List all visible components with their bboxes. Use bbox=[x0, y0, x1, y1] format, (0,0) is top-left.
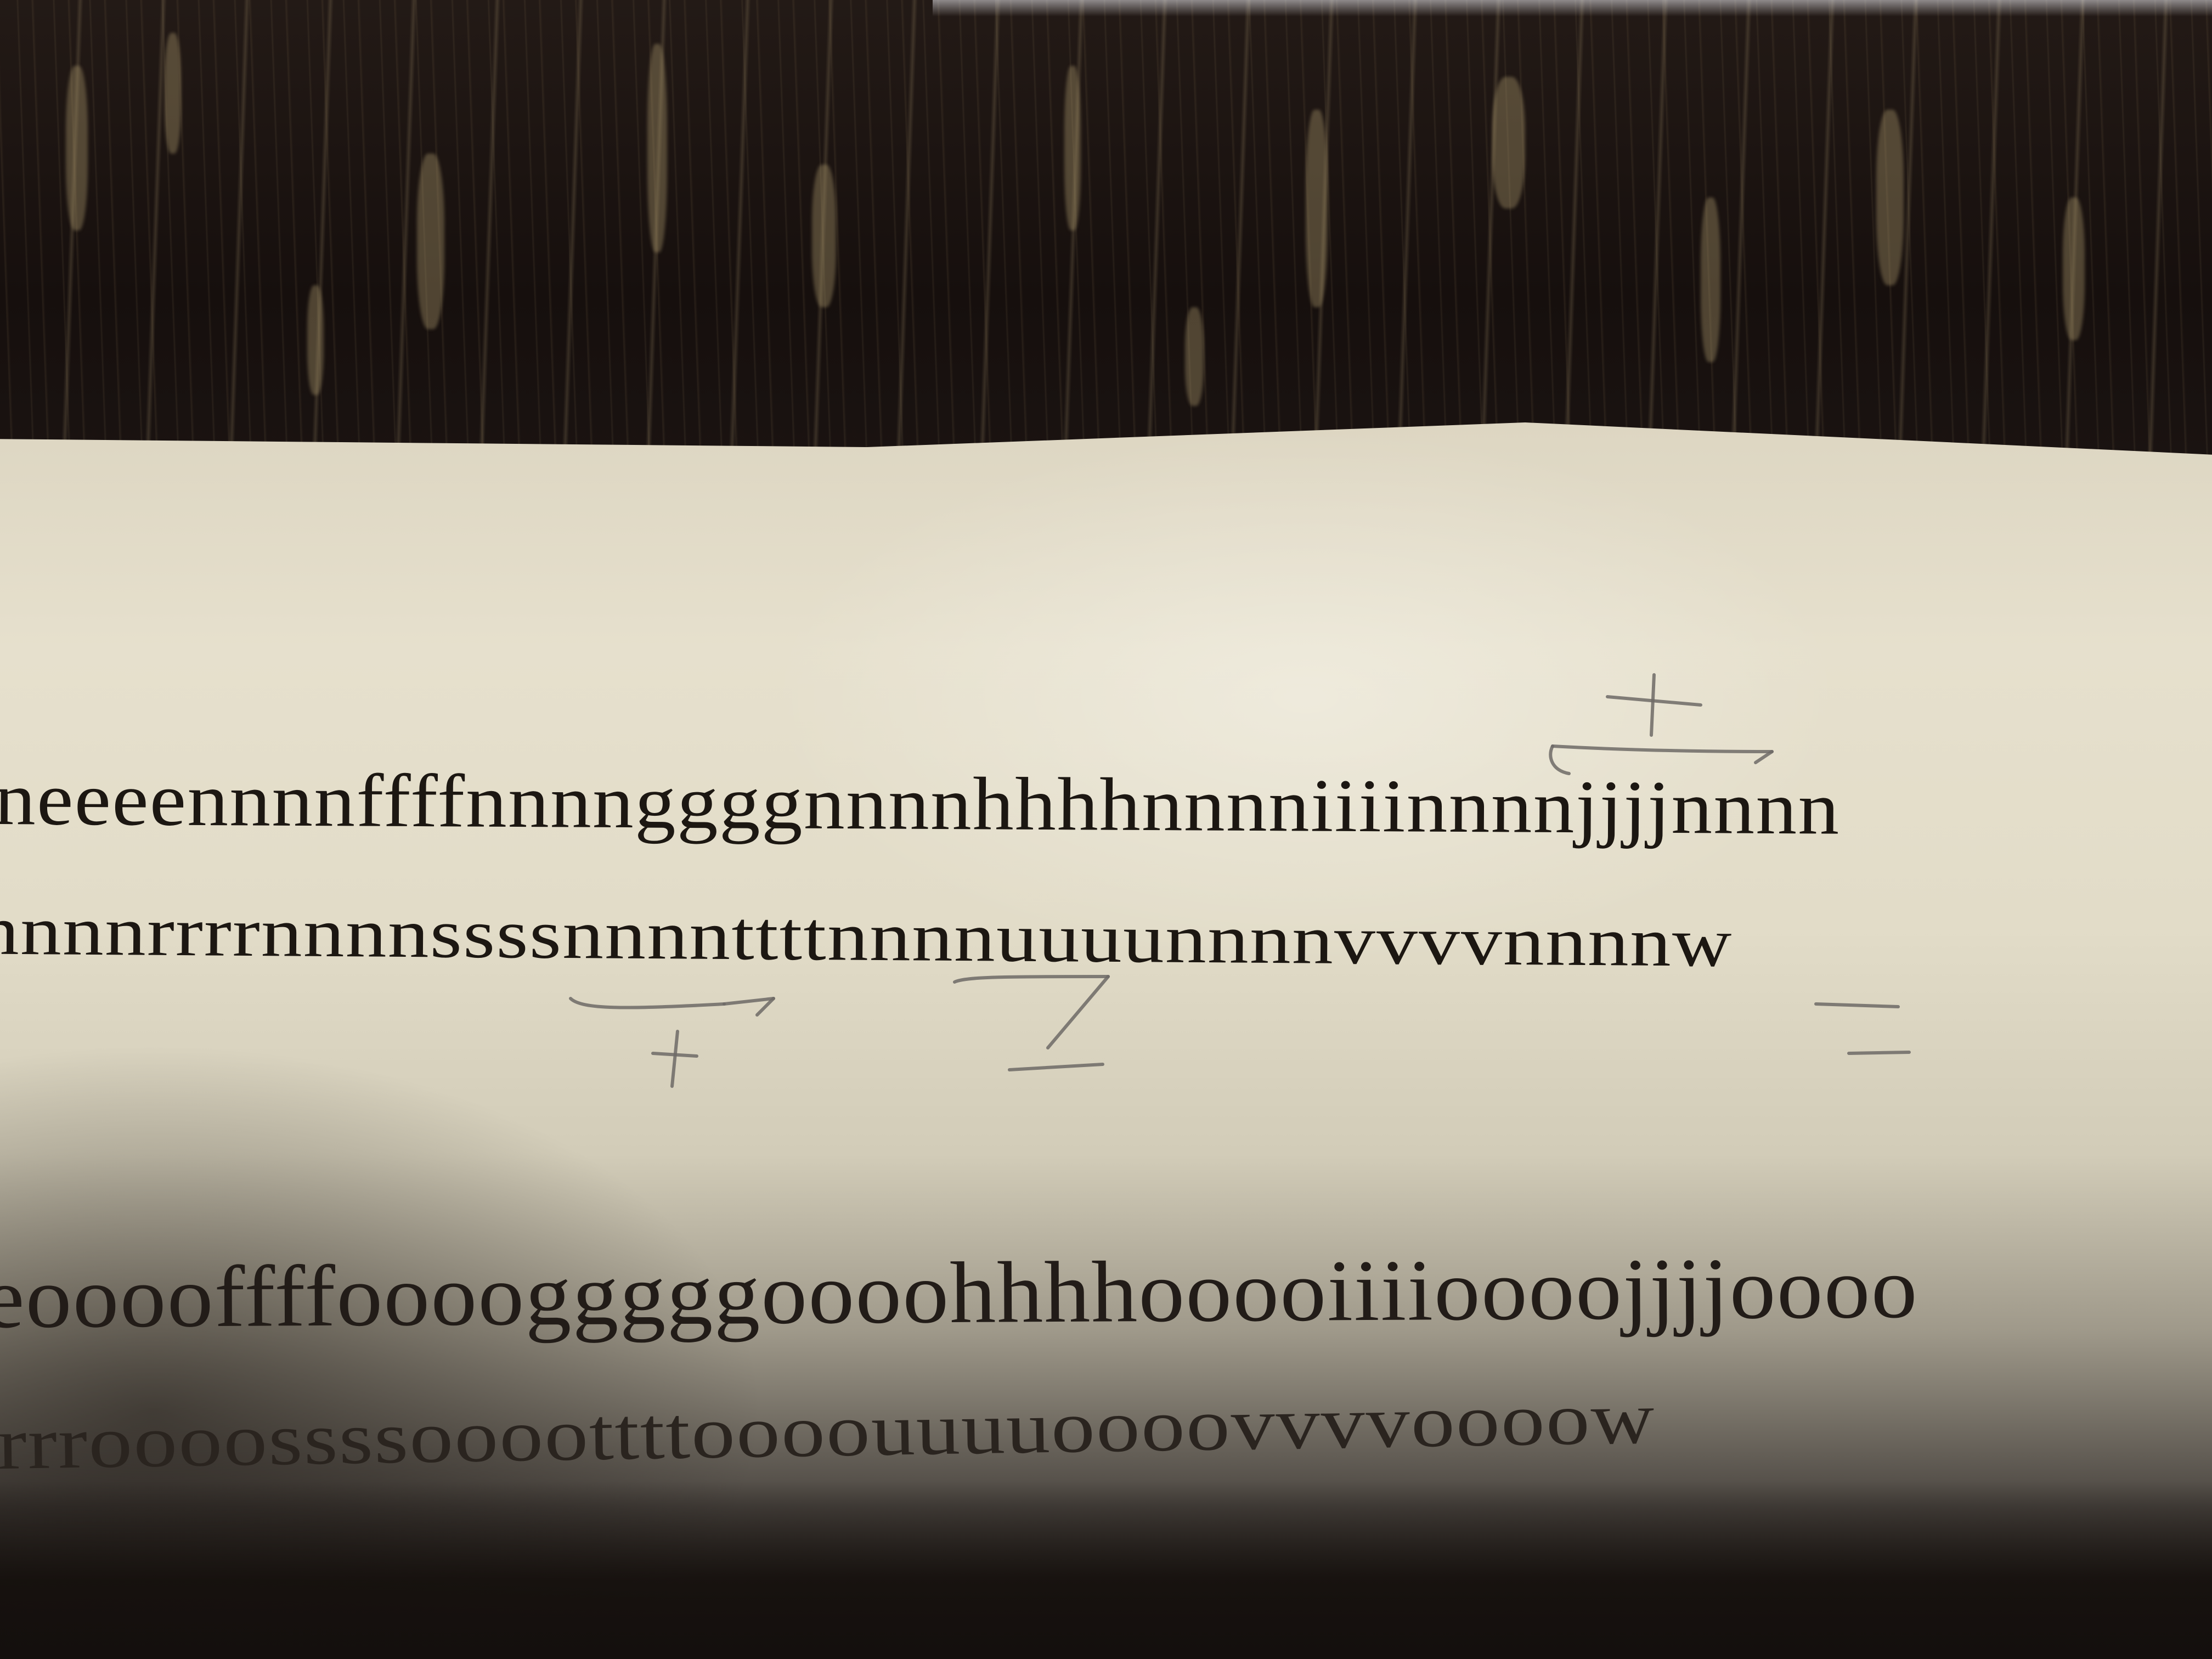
wood-grain bbox=[2063, 198, 2085, 340]
shadow bbox=[0, 1481, 2212, 1659]
pencil-plus-mark bbox=[1549, 673, 1774, 775]
wood-grain bbox=[307, 285, 324, 395]
printed-text-line: eooooffffoooogggggoooohhhhooooiiiioooojj… bbox=[0, 1239, 1919, 1347]
wood-grain bbox=[66, 66, 88, 230]
wood-grain bbox=[1306, 110, 1328, 307]
wood-grain bbox=[165, 33, 181, 154]
table-edge-highlight bbox=[933, 0, 2212, 16]
pencil-plus-mark bbox=[569, 997, 775, 1088]
wood-grain bbox=[812, 165, 836, 307]
wood-grain bbox=[1876, 110, 1904, 285]
printed-text-line: nnnnrrrrnnnnssssnnnnttttnnnnuuuunnnnvvvv… bbox=[0, 891, 1733, 981]
wood-grain bbox=[417, 154, 444, 329]
wood-grain bbox=[1064, 66, 1081, 230]
pencil-minus-mark bbox=[953, 975, 1110, 1071]
wood-grain bbox=[1185, 307, 1204, 406]
photo-scene: neeeennnnffffnnnnggggnnnnhhhhnnnniiiinnn… bbox=[0, 0, 2212, 1659]
pencil-equals-mark bbox=[1814, 1002, 1911, 1055]
wood-grain bbox=[1701, 198, 1720, 362]
wooden-table bbox=[0, 0, 2212, 494]
wood-grain bbox=[1492, 77, 1525, 208]
wood-grain bbox=[647, 44, 667, 252]
